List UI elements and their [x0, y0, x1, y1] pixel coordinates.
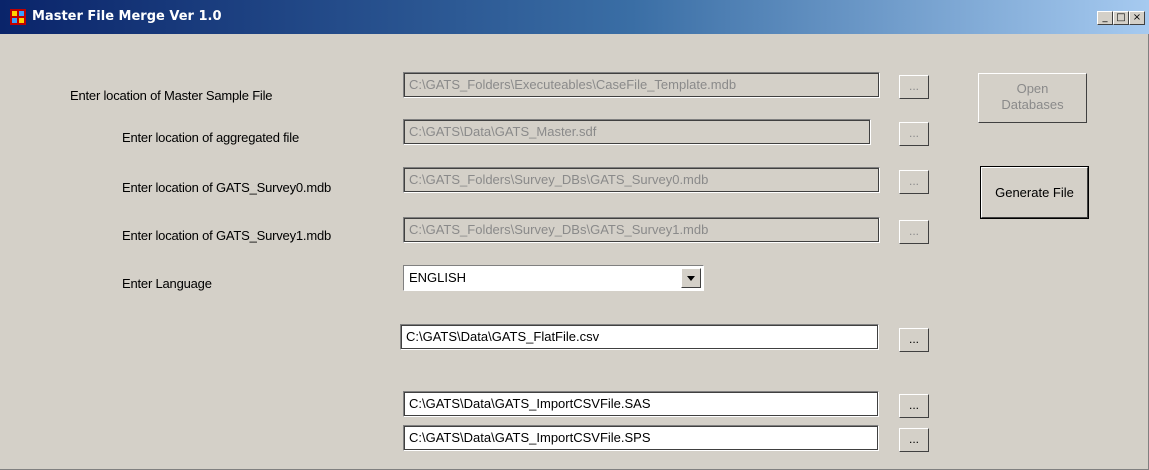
main-window: Master File Merge Ver 1.0 _ □ × Enter lo…	[0, 0, 1149, 470]
aggregated-file-label: Enter location of aggregated file	[122, 130, 299, 145]
language-label: Enter Language	[122, 276, 212, 291]
minimize-button[interactable]: _	[1097, 11, 1113, 25]
app-icon	[10, 9, 26, 25]
survey1-label: Enter location of GATS_Survey1.mdb	[122, 228, 332, 243]
sas-file-input[interactable]: C:\GATS\Data\GATS_ImportCSVFile.SAS	[403, 391, 879, 417]
survey1-input[interactable]: C:\GATS_Folders\Survey_DBs\GATS_Survey1.…	[403, 217, 880, 243]
flatfile-input[interactable]: C:\GATS\Data\GATS_FlatFile.csv	[400, 324, 879, 350]
title-bar[interactable]: Master File Merge Ver 1.0 _ □ ×	[0, 0, 1149, 34]
browse-flatfile-button[interactable]: ...	[899, 328, 929, 352]
survey0-input[interactable]: C:\GATS_Folders\Survey_DBs\GATS_Survey0.…	[403, 167, 880, 193]
open-databases-label-line1: Open	[1016, 81, 1049, 96]
generate-file-button[interactable]: Generate File	[980, 166, 1089, 219]
browse-master-button[interactable]: ...	[899, 75, 929, 99]
browse-survey0-button[interactable]: ...	[899, 170, 929, 194]
aggregated-file-input[interactable]: C:\GATS\Data\GATS_Master.sdf	[403, 119, 871, 145]
sps-file-input[interactable]: C:\GATS\Data\GATS_ImportCSVFile.SPS	[403, 425, 879, 451]
language-value: ENGLISH	[409, 270, 467, 285]
language-select[interactable]: ENGLISH	[403, 265, 704, 291]
close-button[interactable]: ×	[1129, 11, 1145, 25]
survey0-label: Enter location of GATS_Survey0.mdb	[122, 180, 332, 195]
browse-survey1-button[interactable]: ...	[899, 220, 929, 244]
window-title: Master File Merge Ver 1.0	[32, 9, 222, 24]
browse-sps-button[interactable]: ...	[899, 428, 929, 452]
chevron-down-icon[interactable]	[681, 268, 701, 288]
open-databases-label-line2: Databases	[1001, 97, 1064, 112]
open-databases-button[interactable]: Open Databases	[978, 73, 1087, 123]
master-file-input[interactable]: C:\GATS_Folders\Executeables\CaseFile_Te…	[403, 72, 880, 98]
browse-sas-button[interactable]: ...	[899, 394, 929, 418]
browse-aggregated-button[interactable]: ...	[899, 122, 929, 146]
maximize-button[interactable]: □	[1113, 11, 1129, 25]
master-file-label: Enter location of Master Sample File	[70, 88, 273, 103]
